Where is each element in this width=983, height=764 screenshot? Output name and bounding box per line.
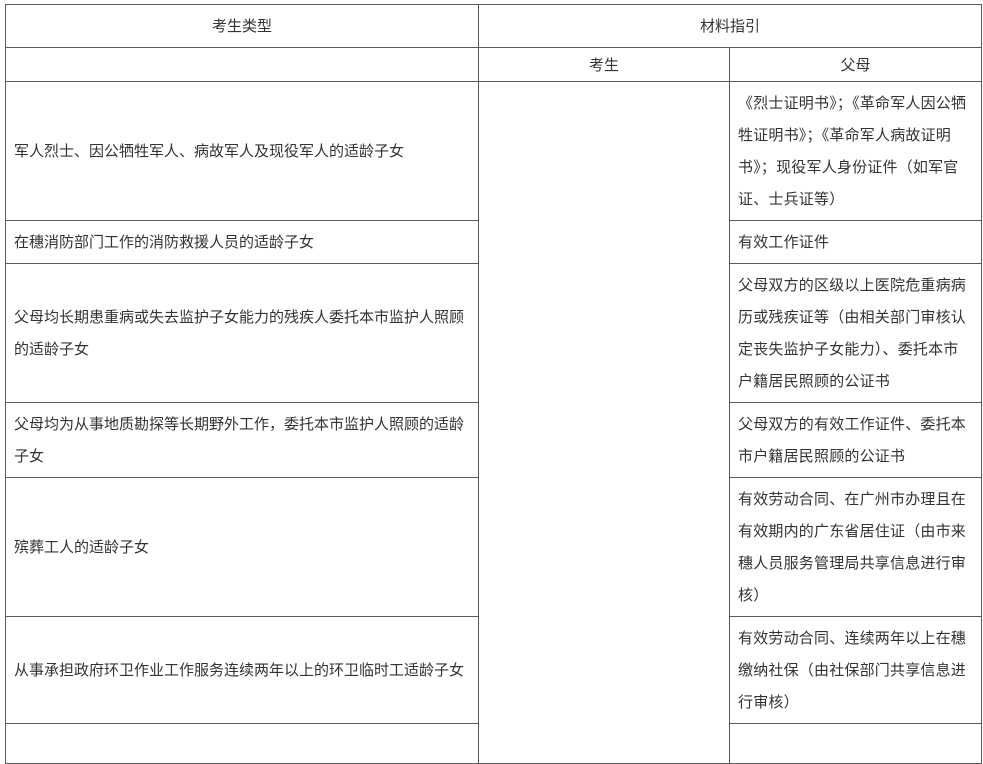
parent-materials-cell: 父母双方的有效工作证件、委托本市户籍居民照顾的公证书 bbox=[729, 402, 982, 478]
student-type-cell: 军人烈士、因公牺牲军人、病故军人及现役军人的适龄子女 bbox=[5, 81, 479, 221]
parent-materials-cell: 有效劳动合同、在广州市办理且在有效期内的广东省居住证（由市来穗人员服务管理局共享… bbox=[729, 477, 982, 617]
student-type-cell: 殡葬工人的适龄子女 bbox=[5, 477, 479, 617]
header-materials-guide: 材料指引 bbox=[478, 4, 982, 48]
parent-materials-cell: 有效工作证件 bbox=[729, 220, 982, 264]
header-student: 考生 bbox=[478, 47, 730, 82]
student-materials-cell bbox=[478, 81, 730, 764]
parent-materials-cell: 有效劳动合同、连续两年以上在穗缴纳社保（由社保部门共享信息进行审核） bbox=[729, 616, 982, 724]
header-type-blank bbox=[5, 47, 479, 82]
student-type-cell bbox=[5, 723, 479, 764]
parent-materials-cell: 《烈士证明书》；《革命军人因公牺牲证明书》；《革命军人病故证明书》；现役军人身份… bbox=[729, 81, 982, 221]
header-parents: 父母 bbox=[729, 47, 982, 82]
student-type-cell: 父母均长期患重病或失去监护子女能力的残疾人委托本市监护人照顾的适龄子女 bbox=[5, 263, 479, 403]
materials-guide-table: 考生类型 材料指引 考生 父母 军人烈士、因公牺牲军人、病故军人及现役军人的适龄… bbox=[5, 4, 982, 764]
student-type-cell: 从事承担政府环卫作业工作服务连续两年以上的环卫临时工适龄子女 bbox=[5, 616, 479, 724]
student-type-cell: 父母均为从事地质勘探等长期野外工作，委托本市监护人照顾的适龄子女 bbox=[5, 402, 479, 478]
header-row-2: 考生 父母 bbox=[5, 47, 982, 82]
header-row-1: 考生类型 材料指引 bbox=[5, 4, 982, 48]
parent-materials-cell: 父母双方的区级以上医院危重病病历或残疾证等（由相关部门审核认定丧失监护子女能力）… bbox=[729, 263, 982, 403]
parent-materials-cell bbox=[729, 723, 982, 764]
student-type-cell: 在穗消防部门工作的消防救援人员的适龄子女 bbox=[5, 220, 479, 264]
table-row: 军人烈士、因公牺牲军人、病故军人及现役军人的适龄子女 《烈士证明书》；《革命军人… bbox=[5, 81, 982, 764]
header-student-type: 考生类型 bbox=[5, 4, 479, 48]
